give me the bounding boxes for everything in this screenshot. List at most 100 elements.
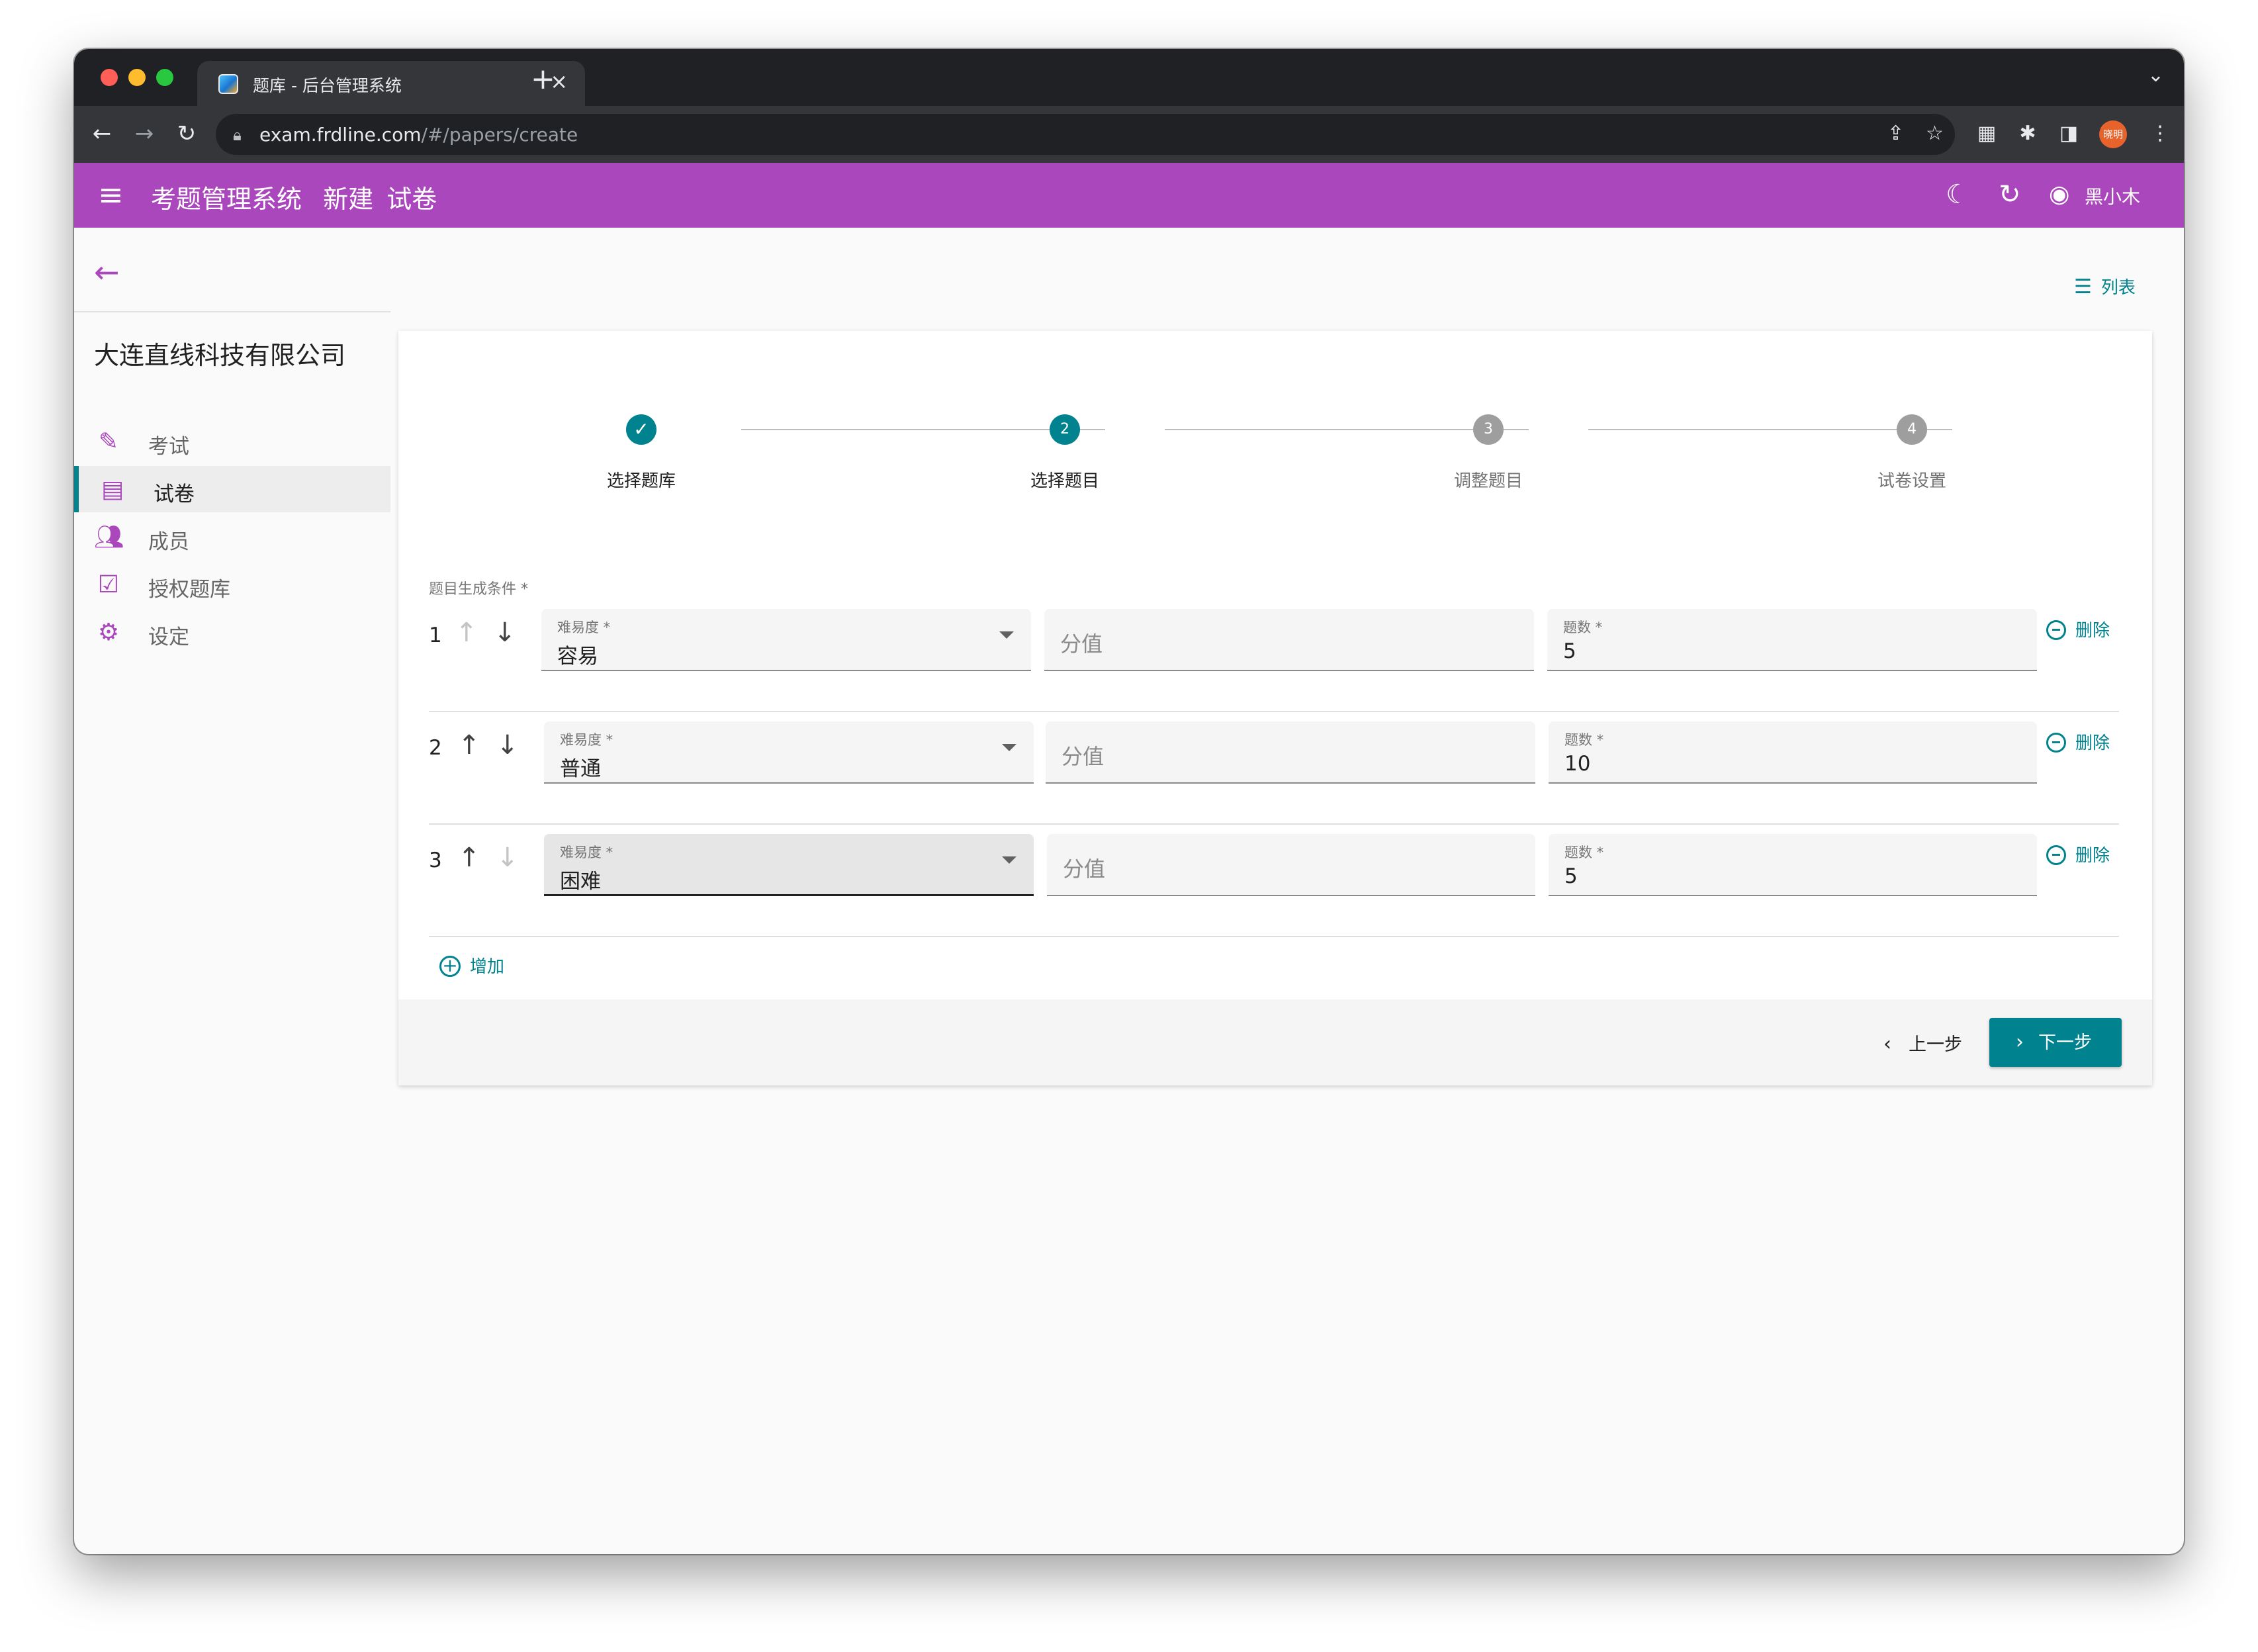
sidebar-item-members[interactable]: 👥︎ 成员 xyxy=(74,514,390,560)
condition-row: 1 ↑ ↓ 难易度 * 容易 分值 题数 * 5 删除 xyxy=(429,609,2119,682)
remove-circle-icon xyxy=(2046,732,2066,753)
move-down-arrow-icon[interactable]: ↓ xyxy=(496,843,519,872)
next-step-label: 下一步 xyxy=(2038,1032,2092,1053)
move-up-arrow-icon[interactable]: ↑ xyxy=(458,843,480,872)
browser-toolbar: ← → ↻ 🔒︎ exam.frdline.com/#/papers/creat… xyxy=(74,106,2184,163)
extensions-puzzle-icon[interactable]: ✱ xyxy=(2014,120,2041,147)
step-3-dot[interactable]: 3 xyxy=(1473,414,1504,445)
step-1-check-icon[interactable]: ✓ xyxy=(626,414,656,445)
step-2-dot[interactable]: 2 xyxy=(1050,414,1080,445)
move-up-arrow-icon[interactable]: ↑ xyxy=(455,618,478,647)
assignment-check-icon: ☑ xyxy=(97,571,120,598)
user-name[interactable]: 黑小木 xyxy=(2085,183,2140,209)
delete-label: 删除 xyxy=(2075,846,2110,866)
score-placeholder: 分值 xyxy=(1060,631,1103,657)
pencil-icon: ✎ xyxy=(98,428,119,455)
company-name: 大连直线科技有限公司 xyxy=(94,341,346,370)
back-arrow-icon[interactable]: ← xyxy=(94,254,120,290)
share-icon[interactable]: ⇪ xyxy=(1887,122,1904,145)
theme-toggle-icon[interactable]: ☾ xyxy=(1946,179,1969,210)
list-button[interactable]: ☰ 列表 xyxy=(2074,274,2136,298)
score-input[interactable]: 分值 xyxy=(1044,609,1534,671)
difficulty-label: 难易度 * xyxy=(560,732,613,748)
app-title: 考题管理系统 新建 试卷 xyxy=(151,179,450,215)
row-index: 1 xyxy=(429,623,442,647)
step-2-label: 选择题目 xyxy=(1030,471,1099,491)
difficulty-select[interactable]: 难易度 * 容易 xyxy=(541,609,1031,671)
count-value: 5 xyxy=(1564,864,1578,888)
condition-row: 2 ↑ ↓ 难易度 * 普通 分值 题数 * 10 删除 xyxy=(429,721,2119,794)
forward-button[interactable]: → xyxy=(126,115,163,152)
delete-row-button[interactable]: 删除 xyxy=(2046,617,2110,641)
profile-avatar[interactable]: 晓明 xyxy=(2099,120,2127,148)
browser-menu-icon[interactable]: ⋮ xyxy=(2147,120,2173,147)
delete-row-button[interactable]: 删除 xyxy=(2046,842,2110,866)
refresh-icon[interactable]: ↻ xyxy=(1999,179,2021,210)
tab-search-chevron-icon[interactable]: ⌄ xyxy=(2147,64,2164,87)
score-input[interactable]: 分值 xyxy=(1046,721,1535,784)
sidebar-item-label: 试卷 xyxy=(154,482,195,506)
row-divider xyxy=(429,936,2119,937)
sidebar-item-exams[interactable]: ✎ 考试 xyxy=(74,418,390,465)
sidebar-item-label: 成员 xyxy=(148,530,189,554)
breadcrumb-paper: 试卷 xyxy=(386,185,437,214)
address-bar[interactable]: 🔒︎ exam.frdline.com/#/papers/create ⇪ ☆ xyxy=(216,114,1955,155)
dropdown-caret-icon xyxy=(1002,744,1016,751)
browser-tab[interactable]: 题库 - 后台管理系统 × xyxy=(197,61,585,106)
move-down-arrow-icon[interactable]: ↓ xyxy=(494,618,516,647)
difficulty-value: 普通 xyxy=(560,757,601,781)
count-input[interactable]: 题数 * 5 xyxy=(1547,609,2037,671)
list-icon: ☰ xyxy=(2074,275,2092,298)
app-name: 考题管理系统 xyxy=(151,185,302,214)
tab-strip: 题库 - 后台管理系统 × + ⌄ xyxy=(74,49,2184,106)
step-3-label: 调整题目 xyxy=(1453,471,1523,491)
count-input[interactable]: 题数 * 5 xyxy=(1549,834,2037,896)
sidebar-item-label: 设定 xyxy=(148,625,189,649)
sidebar-item-authorized-banks[interactable]: ☑ 授权题库 xyxy=(74,561,390,608)
favicon-icon xyxy=(218,74,238,94)
row-divider xyxy=(429,823,2119,825)
count-value: 5 xyxy=(1563,639,1576,663)
count-input[interactable]: 题数 * 10 xyxy=(1549,721,2037,784)
add-label: 增加 xyxy=(470,957,505,977)
back-button[interactable]: ← xyxy=(83,115,120,152)
score-placeholder: 分值 xyxy=(1061,744,1105,769)
maximize-window-button[interactable] xyxy=(156,69,173,86)
difficulty-select[interactable]: 难易度 * 困难 xyxy=(544,834,1034,896)
next-step-button[interactable]: › 下一步 xyxy=(1989,1018,2122,1067)
count-value: 10 xyxy=(1564,752,1591,776)
step-4-dot[interactable]: 4 xyxy=(1897,414,1927,445)
close-window-button[interactable] xyxy=(101,69,118,86)
delete-row-button[interactable]: 删除 xyxy=(2046,729,2110,754)
qr-code-icon[interactable]: ▦ xyxy=(1973,120,2000,147)
chevron-left-icon: ‹ xyxy=(1883,1032,1891,1056)
new-tab-button[interactable]: + xyxy=(531,65,555,94)
difficulty-select[interactable]: 难易度 * 普通 xyxy=(544,721,1034,784)
remove-circle-icon xyxy=(2046,845,2066,865)
side-panel-icon[interactable]: ◨ xyxy=(2055,120,2082,147)
sidebar-item-label: 授权题库 xyxy=(148,578,230,602)
delete-label: 删除 xyxy=(2075,621,2110,641)
sidebar-item-settings[interactable]: ⚙ 设定 xyxy=(74,609,390,655)
menu-icon[interactable]: ≡ xyxy=(98,179,124,210)
account-circle-icon[interactable]: ◉ xyxy=(2049,179,2069,210)
previous-step-button[interactable]: ‹ 上一步 xyxy=(1883,1030,1962,1056)
reload-button[interactable]: ↻ xyxy=(168,115,205,152)
condition-row: 3 ↑ ↓ 难易度 * 困难 分值 题数 * 5 删除 xyxy=(429,834,2119,907)
add-condition-button[interactable]: + 增加 xyxy=(439,953,504,978)
people-icon: 👥︎ xyxy=(94,524,124,551)
minimize-window-button[interactable] xyxy=(128,69,146,86)
score-placeholder: 分值 xyxy=(1063,856,1106,882)
gear-icon: ⚙ xyxy=(97,619,120,646)
difficulty-value: 容易 xyxy=(557,645,598,668)
move-up-arrow-icon[interactable]: ↑ xyxy=(458,731,480,760)
move-down-arrow-icon[interactable]: ↓ xyxy=(496,731,519,760)
bookmark-star-icon[interactable]: ☆ xyxy=(1926,122,1944,145)
add-circle-icon: + xyxy=(439,955,461,977)
count-label: 题数 * xyxy=(1563,620,1603,635)
row-divider xyxy=(429,711,2119,712)
step-4-label: 试卷设置 xyxy=(1877,471,1946,491)
sidebar-item-papers[interactable]: ▤ 试卷 xyxy=(74,466,390,512)
list-button-label: 列表 xyxy=(2100,278,2136,298)
score-input[interactable]: 分值 xyxy=(1047,834,1535,896)
